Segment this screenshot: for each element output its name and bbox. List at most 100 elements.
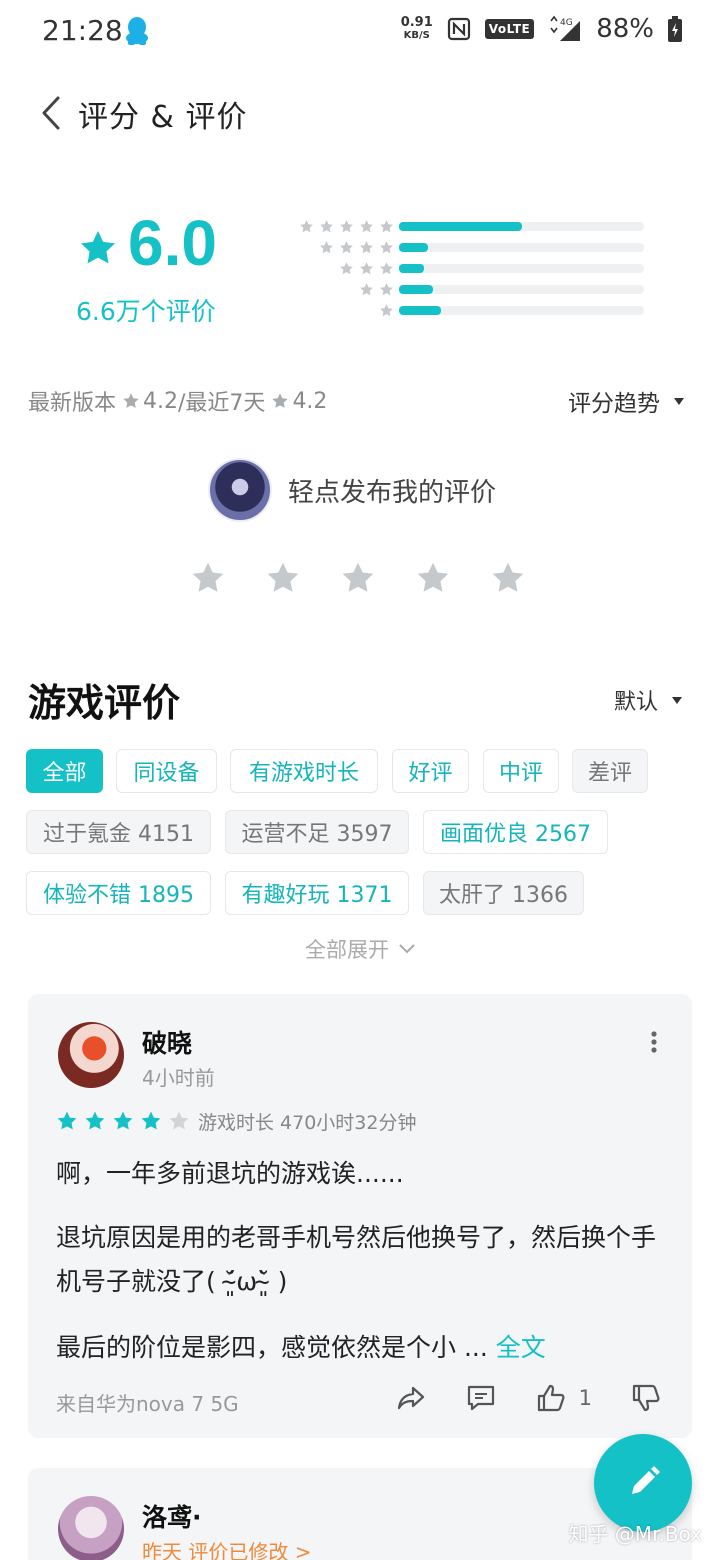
- distribution-bar-fill: [399, 222, 522, 231]
- chevron-down-icon: [399, 944, 415, 954]
- review-card: 破晓 4小时前 游戏时长 470小时32分钟 啊，一年多前退坑的游戏诶.....…: [28, 994, 692, 1438]
- tag-chip[interactable]: 太肝了 1366: [423, 871, 584, 915]
- rate-stars: [190, 560, 526, 596]
- rate-star-button[interactable]: [190, 560, 226, 596]
- rating-trend-label: 评分趋势: [568, 391, 660, 417]
- rating-distribution-row: [272, 240, 652, 254]
- reviewer-avatar[interactable]: [58, 1496, 124, 1560]
- distribution-stars: [319, 240, 394, 255]
- star-icon: [113, 1111, 133, 1130]
- battery-percent: 88%: [596, 14, 654, 44]
- comment-button[interactable]: [465, 1382, 497, 1414]
- reviewer-name[interactable]: 破晓: [142, 1024, 192, 1060]
- distribution-bar-fill: [399, 243, 429, 252]
- review-text: 最后的阶位是影四，感觉依然是个小 ... 全文: [56, 1333, 546, 1362]
- filter-neutral[interactable]: 中评: [483, 749, 559, 793]
- rating-distribution-row: [272, 303, 652, 317]
- star-icon: [380, 304, 393, 317]
- expand-all-button[interactable]: 全部展开: [0, 934, 720, 964]
- review-time: 4小时前: [142, 1066, 215, 1090]
- my-review-section: 轻点发布我的评价: [0, 456, 720, 626]
- review-time[interactable]: 昨天 评价已修改 >: [142, 1536, 311, 1560]
- score-value: 6.0: [128, 207, 217, 279]
- score-star-icon: [81, 231, 115, 264]
- distribution-bar-track: [399, 222, 644, 231]
- star-icon: [57, 1111, 77, 1130]
- filter-playtime[interactable]: 有游戏时长: [230, 749, 378, 793]
- distribution-bar-track: [399, 285, 644, 294]
- star-icon: [320, 220, 333, 233]
- tag-chip[interactable]: 过于氪金 4151: [26, 810, 211, 854]
- battery-icon: [668, 16, 682, 42]
- share-icon: [397, 1386, 424, 1410]
- rating-distribution-row: [272, 219, 652, 233]
- distribution-bar-track: [399, 306, 644, 315]
- distribution-stars: [339, 261, 394, 276]
- status-bar: 21:28 0.91 KB/S VoLTE 4G 88%: [0, 0, 720, 66]
- star-icon: [380, 241, 393, 254]
- section-title: 游戏评价: [28, 681, 181, 725]
- rating-trend-button[interactable]: 评分趋势: [568, 384, 684, 418]
- review-text: 退坑原因是用的老哥手机号然后他换号了，然后换个手机号子就没了( ˘̴͈́ω˘̴͈…: [56, 1223, 657, 1296]
- recent-score: 4.2: [292, 388, 328, 414]
- sort-button[interactable]: 默认: [614, 684, 682, 716]
- share-button[interactable]: [395, 1382, 427, 1414]
- tag-chip[interactable]: 运营不足 3597: [225, 810, 409, 854]
- rate-star-button[interactable]: [340, 560, 376, 596]
- rate-star-button[interactable]: [415, 560, 451, 596]
- rating-distribution-row: [272, 282, 652, 296]
- distribution-bar-track: [399, 243, 644, 252]
- rate-star-button[interactable]: [265, 560, 301, 596]
- star-icon: [85, 1111, 105, 1130]
- comment-icon: [467, 1385, 494, 1411]
- filter-positive[interactable]: 好评: [392, 749, 469, 793]
- filter-negative[interactable]: 差评: [572, 749, 648, 793]
- tag-chip[interactable]: 画面优良 2567: [423, 810, 608, 854]
- watermark: 知乎 @Mr.Box: [568, 1522, 702, 1546]
- star-icon: [360, 262, 373, 275]
- star-icon: [169, 1111, 189, 1130]
- star-icon: [340, 241, 353, 254]
- back-arrow-icon[interactable]: [38, 94, 64, 132]
- star-icon: [272, 393, 289, 408]
- page-title: 评分 & 评价: [78, 100, 248, 135]
- tag-chip[interactable]: 体验不错 1895: [26, 871, 211, 915]
- review-count: 6.6万个评价: [76, 297, 216, 326]
- net-speed: 0.91 KB/S: [400, 15, 433, 41]
- post-review-prompt[interactable]: 轻点发布我的评价: [288, 472, 496, 509]
- like-button[interactable]: 1: [535, 1382, 592, 1414]
- recent-label: /最近7天: [178, 391, 266, 416]
- rate-star-button[interactable]: [490, 560, 526, 596]
- top-bar: 评分 & 评价: [0, 80, 720, 146]
- reviewer-avatar[interactable]: [58, 1022, 124, 1088]
- star-icon: [380, 283, 393, 296]
- star-icon: [320, 241, 333, 254]
- qq-icon: [126, 17, 148, 45]
- distribution-stars: [359, 282, 394, 297]
- star-icon: [300, 220, 313, 233]
- dislike-button[interactable]: [630, 1382, 662, 1414]
- nfc-icon: [447, 17, 470, 41]
- review-text: 啊，一年多前退坑的游戏诶......: [56, 1159, 404, 1188]
- star-icon: [340, 220, 353, 233]
- playtime: 游戏时长 470小时32分钟: [198, 1112, 417, 1134]
- latest-version-score: 4.2: [143, 388, 179, 414]
- star-icon: [123, 393, 139, 408]
- sort-label: 默认: [613, 690, 658, 715]
- filter-all[interactable]: 全部: [26, 749, 103, 793]
- my-avatar: [208, 458, 272, 522]
- thumbs-up-icon: [537, 1384, 565, 1412]
- star-icon: [360, 220, 373, 233]
- rating-summary: 6.0 6.6万个评价: [0, 200, 720, 340]
- filter-same-device[interactable]: 同设备: [116, 749, 217, 793]
- review-stars: [56, 1110, 190, 1132]
- distribution-stars: [299, 219, 394, 234]
- caret-down-icon: [672, 696, 682, 704]
- tag-chip[interactable]: 有趣好玩 1371: [225, 871, 409, 915]
- star-icon: [360, 241, 373, 254]
- reviewer-name[interactable]: 洛鸢·: [142, 1498, 202, 1534]
- more-options-icon[interactable]: [650, 1030, 658, 1054]
- star-icon: [340, 262, 353, 275]
- svg-text:4G: 4G: [560, 18, 573, 28]
- full-text-link[interactable]: 全文: [496, 1333, 546, 1362]
